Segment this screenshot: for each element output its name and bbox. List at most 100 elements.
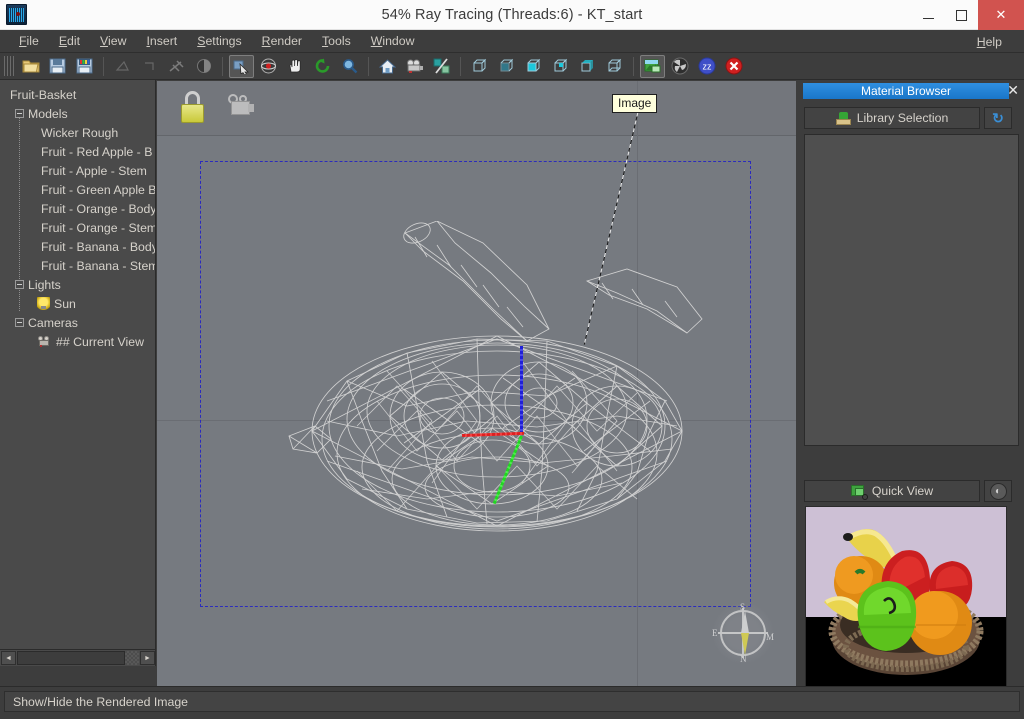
compass-label-e: E <box>712 628 718 638</box>
camera-view-button[interactable] <box>402 55 427 78</box>
open-file-button[interactable] <box>18 55 43 78</box>
tree-item-label: Fruit - Orange - Stem <box>41 220 156 235</box>
tree-root-item[interactable]: Fruit-Basket <box>5 85 155 104</box>
stop-render-button[interactable] <box>721 55 746 78</box>
movie-camera-icon <box>37 335 52 348</box>
rotate-button[interactable] <box>310 55 335 78</box>
tree-item-model-2[interactable]: Fruit - Apple - Stem <box>5 161 155 180</box>
pointer-select-button[interactable] <box>229 54 254 78</box>
face-select-button[interactable] <box>110 55 135 78</box>
menu-window[interactable]: Window <box>361 32 425 50</box>
menu-edit[interactable]: Edit <box>49 32 90 50</box>
navigation-compass[interactable]: S N E M <box>712 602 774 664</box>
view-box-2-button[interactable] <box>494 55 519 78</box>
menu-render[interactable]: Render <box>252 32 312 50</box>
save-image-button[interactable] <box>72 55 97 78</box>
window-title: 54% Ray Tracing (Threads:6) - KT_start <box>381 7 643 23</box>
toolbar-separator <box>222 56 223 76</box>
menu-file[interactable]: File <box>9 32 49 50</box>
right-dock-panel: Material Browser ✕ Library Selection ↻ Q… <box>799 80 1024 716</box>
compass-label-n: N <box>740 654 747 664</box>
tree-horizontal-scrollbar[interactable]: ◄ ► <box>0 649 155 666</box>
view-box-3-button[interactable] <box>521 55 546 78</box>
viewport-camera-icon[interactable] <box>223 93 255 121</box>
collapse-toggle-cameras[interactable] <box>15 318 24 327</box>
scroll-track[interactable] <box>17 651 139 665</box>
axis-z <box>520 346 523 432</box>
menu-view[interactable]: View <box>90 32 136 50</box>
library-selection-label: Library Selection <box>856 111 949 125</box>
tree-item-label: ## Current View <box>56 334 144 349</box>
maximize-button[interactable] <box>945 0 978 30</box>
axis-y <box>492 435 523 505</box>
toolbar-grip[interactable] <box>4 56 14 76</box>
padlock-icon[interactable] <box>180 91 205 123</box>
menu-insert[interactable]: Insert <box>136 32 187 50</box>
quick-view-options-button[interactable]: ◐ <box>984 480 1012 502</box>
tree-item-model-0[interactable]: Wicker Rough <box>5 123 155 142</box>
minimize-button[interactable] <box>912 0 945 30</box>
tree-item-model-4[interactable]: Fruit - Orange - Body <box>5 199 155 218</box>
tree-group-lights[interactable]: Lights <box>5 275 155 294</box>
quick-view-preview[interactable] <box>805 506 1007 716</box>
toolbar-separator <box>460 56 461 76</box>
axis-gizmo[interactable] <box>462 346 577 511</box>
view-box-6-button[interactable] <box>602 55 627 78</box>
scroll-thumb[interactable] <box>17 651 125 665</box>
light-bulb-icon <box>37 297 50 310</box>
tree-group-models[interactable]: Models <box>5 104 155 123</box>
percent-tool-button[interactable] <box>429 55 454 78</box>
toolbar-separator <box>368 56 369 76</box>
tree-item-model-6[interactable]: Fruit - Banana - Body <box>5 237 155 256</box>
view-box-5-button[interactable] <box>575 55 600 78</box>
lightning-button[interactable] <box>164 55 189 78</box>
hand-pan-button[interactable] <box>283 55 308 78</box>
contrast-button[interactable] <box>191 55 216 78</box>
tree-item-label: Wicker Rough <box>41 125 119 140</box>
save-file-button[interactable] <box>45 55 70 78</box>
menu-settings[interactable]: Settings <box>187 32 251 50</box>
3d-viewport[interactable]: Image S N E M <box>157 81 798 686</box>
tree-item-model-3[interactable]: Fruit - Green Apple B <box>5 180 155 199</box>
edge-select-button[interactable] <box>137 55 162 78</box>
render-settings-button[interactable] <box>667 55 692 78</box>
library-selection-button[interactable]: Library Selection <box>804 107 980 129</box>
scroll-right-button[interactable]: ► <box>140 651 155 665</box>
material-browser-list[interactable] <box>804 134 1019 446</box>
application-window: 54% Ray Tracing (Threads:6) - KT_start ✕… <box>0 0 1024 719</box>
tree-item-camera-current-view[interactable]: ## Current View <box>5 332 155 351</box>
tree-group-cameras[interactable]: Cameras <box>5 313 155 332</box>
tree-item-model-5[interactable]: Fruit - Orange - Stem <box>5 218 155 237</box>
view-box-4-button[interactable] <box>548 55 573 78</box>
home-view-button[interactable] <box>375 55 400 78</box>
menu-tools[interactable]: Tools <box>312 32 361 50</box>
scene-tree-panel: Fruit-Basket Models Wicker Rough Fruit -… <box>0 80 156 666</box>
tree-item-model-7[interactable]: Fruit - Banana - Stem <box>5 256 155 275</box>
pause-render-button[interactable]: zz <box>694 55 719 78</box>
menu-help[interactable]: Help <box>967 33 1012 51</box>
scene-tree: Fruit-Basket Models Wicker Rough Fruit -… <box>0 80 155 351</box>
orbit-target-button[interactable] <box>256 55 281 78</box>
svg-text:zz: zz <box>702 62 712 72</box>
toolbar-separator <box>633 56 634 76</box>
collapse-toggle-lights[interactable] <box>15 280 24 289</box>
tree-item-label: Fruit - Orange - Body <box>41 201 156 216</box>
tree-group-models-label: Models <box>28 106 68 121</box>
material-browser-toolbar: Library Selection ↻ <box>804 107 1019 129</box>
tree-item-light-sun[interactable]: Sun <box>5 294 155 313</box>
tree-item-label: Fruit - Banana - Body <box>41 239 156 254</box>
close-button[interactable]: ✕ <box>978 0 1024 30</box>
quick-view-toolbar: Quick View ◐ <box>804 480 1019 502</box>
magnifier-zoom-button[interactable] <box>337 55 362 78</box>
axis-x <box>462 431 525 437</box>
scroll-left-button[interactable]: ◄ <box>1 651 16 665</box>
material-refresh-button[interactable]: ↻ <box>984 107 1012 129</box>
show-hide-rendered-image-button[interactable] <box>640 54 665 78</box>
material-browser-close-icon[interactable]: ✕ <box>1007 82 1019 98</box>
tree-root-label: Fruit-Basket <box>10 87 77 102</box>
collapse-toggle-models[interactable] <box>15 109 24 118</box>
tree-item-model-1[interactable]: Fruit - Red Apple - B <box>5 142 155 161</box>
quick-view-button[interactable]: Quick View <box>804 480 980 502</box>
image-tooltip: Image <box>612 94 658 113</box>
view-box-1-button[interactable] <box>467 55 492 78</box>
